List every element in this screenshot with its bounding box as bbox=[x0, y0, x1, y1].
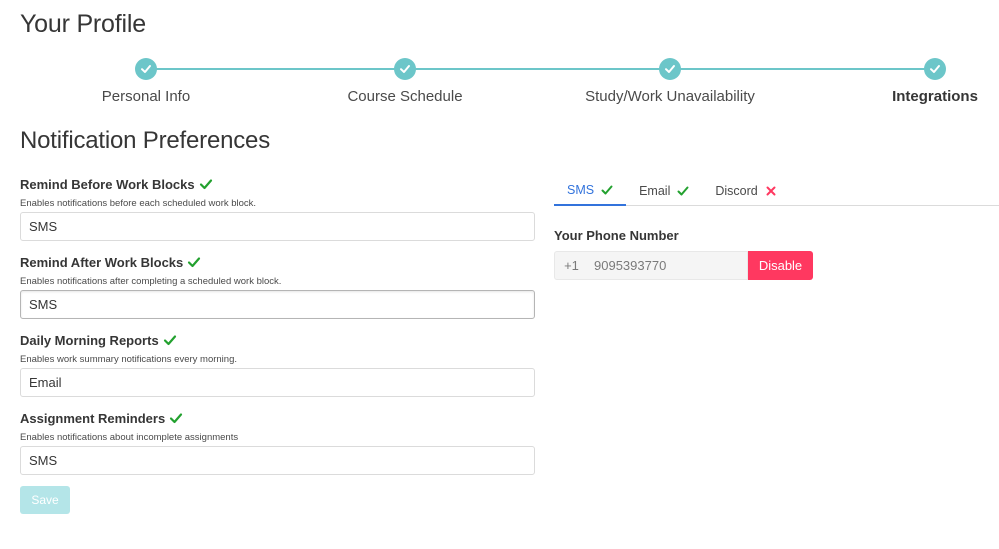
check-icon bbox=[601, 184, 613, 196]
step-personal-info[interactable]: Personal Info bbox=[102, 88, 190, 105]
pref-label: Assignment Reminders bbox=[20, 410, 535, 426]
step-check-icon[interactable] bbox=[659, 58, 681, 80]
pref-assignment-reminders: Assignment Reminders Enables notificatio… bbox=[20, 410, 535, 475]
step-check-icon[interactable] bbox=[394, 58, 416, 80]
pref-select[interactable]: SMS bbox=[20, 446, 535, 475]
pref-select[interactable]: Email bbox=[20, 368, 535, 397]
pref-daily-morning: Daily Morning Reports Enables work summa… bbox=[20, 332, 535, 397]
pref-label-text: Remind Before Work Blocks bbox=[20, 176, 195, 192]
step-integrations[interactable]: Integrations bbox=[892, 88, 978, 105]
step-connector-line bbox=[146, 68, 935, 70]
cross-icon bbox=[765, 185, 777, 197]
pref-remind-before: Remind Before Work Blocks Enables notifi… bbox=[20, 176, 535, 241]
pref-remind-after: Remind After Work Blocks Enables notific… bbox=[20, 254, 535, 319]
pref-label-text: Daily Morning Reports bbox=[20, 332, 159, 348]
pref-help-text: Enables notifications about incomplete a… bbox=[20, 432, 239, 443]
step-study-work-unavailability[interactable]: Study/Work Unavailability bbox=[585, 88, 755, 105]
pref-select[interactable]: SMS bbox=[20, 290, 535, 319]
step-check-icon[interactable] bbox=[135, 58, 157, 80]
save-button[interactable]: Save bbox=[20, 486, 70, 514]
pref-help-text: Enables notifications before each schedu… bbox=[20, 198, 257, 209]
check-icon bbox=[187, 255, 201, 269]
page-title: Your Profile bbox=[20, 10, 146, 38]
tab-email[interactable]: Email bbox=[626, 175, 702, 206]
check-icon bbox=[163, 333, 177, 347]
tab-sms[interactable]: SMS bbox=[554, 175, 627, 206]
pref-label-text: Remind After Work Blocks bbox=[20, 254, 184, 270]
tab-label: Email bbox=[639, 183, 671, 198]
disable-button[interactable]: Disable bbox=[748, 251, 813, 280]
pref-select[interactable]: SMS bbox=[20, 212, 535, 241]
pref-help-text: Enables work summary notifications every… bbox=[20, 354, 238, 365]
check-icon bbox=[677, 185, 689, 197]
phone-input[interactable]: 9095393770 bbox=[588, 251, 748, 280]
pref-label: Daily Morning Reports bbox=[20, 332, 535, 348]
phone-label: Your Phone Number bbox=[554, 228, 679, 243]
section-title: Notification Preferences bbox=[20, 127, 270, 154]
check-icon bbox=[199, 177, 213, 191]
progress-steps: Personal Info Course Schedule Study/Work… bbox=[0, 56, 999, 108]
tab-discord[interactable]: Discord bbox=[702, 175, 789, 206]
pref-label-text: Assignment Reminders bbox=[20, 410, 166, 426]
step-check-icon[interactable] bbox=[924, 58, 946, 80]
step-course-schedule[interactable]: Course Schedule bbox=[347, 88, 462, 105]
tab-label: SMS bbox=[567, 182, 595, 197]
pref-label: Remind Before Work Blocks bbox=[20, 176, 535, 192]
check-icon bbox=[169, 411, 183, 425]
phone-country-code: +1 bbox=[554, 251, 588, 280]
phone-field-group: +1 9095393770 Disable bbox=[554, 251, 813, 280]
pref-help-text: Enables notifications after completing a… bbox=[20, 276, 282, 287]
pref-label: Remind After Work Blocks bbox=[20, 254, 535, 270]
tab-label: Discord bbox=[715, 183, 758, 198]
integration-tabs: SMS Email Discord bbox=[554, 175, 999, 206]
